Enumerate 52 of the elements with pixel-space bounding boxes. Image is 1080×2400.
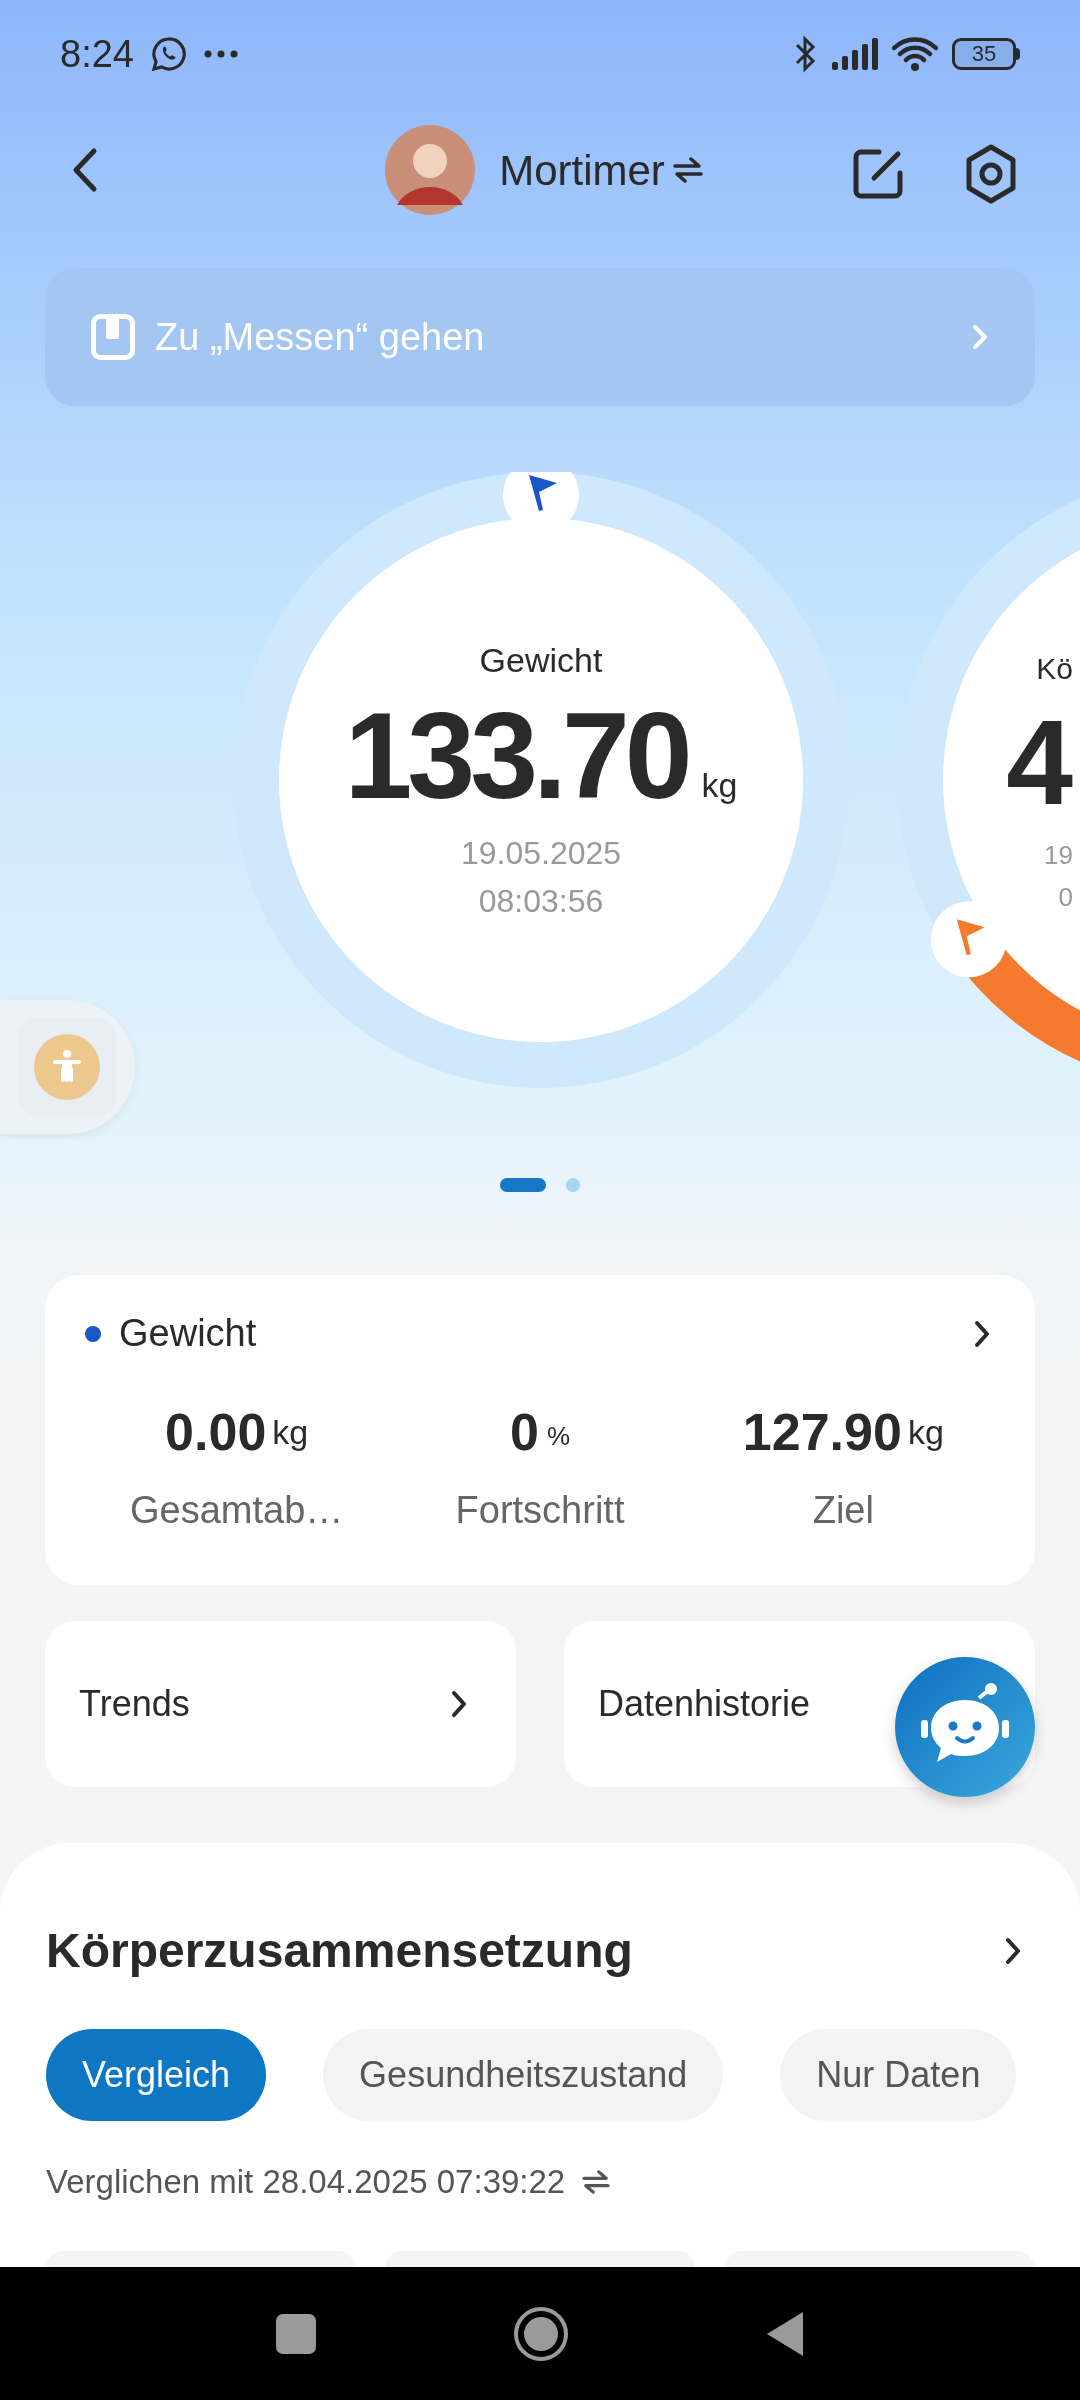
battery-indicator: 35 xyxy=(952,38,1020,70)
measure-date: 19 xyxy=(1044,842,1073,868)
back-nav-button[interactable] xyxy=(765,2309,805,2358)
stat-label: Ziel xyxy=(812,1488,874,1533)
recents-button[interactable] xyxy=(275,2312,317,2355)
measure-time: 08:03:56 xyxy=(478,885,604,917)
unit-label: kg xyxy=(701,765,738,806)
comparison-info: Verglichen mit 28.04.2025 07:39:22 xyxy=(46,2162,566,2202)
stat-value: 0.00 xyxy=(165,1406,267,1458)
stat-label: Fortschritt xyxy=(455,1488,625,1533)
metric-card[interactable] xyxy=(724,2250,1034,2268)
swap-icon[interactable] xyxy=(581,2169,612,2194)
unit-label: % xyxy=(546,1420,570,1453)
weight-value: 133.70 xyxy=(344,695,688,817)
metric-card[interactable] xyxy=(46,2250,356,2268)
stat-value: 127.90 xyxy=(742,1406,902,1458)
filter-tab[interactable]: Vergleich xyxy=(46,2029,267,2121)
status-time: 8:24 xyxy=(60,31,134,77)
wifi-icon xyxy=(892,36,938,72)
measure-date: 19.05.2025 xyxy=(460,837,622,869)
unit-label: kg xyxy=(272,1412,309,1453)
gauge-title: Kö xyxy=(1036,654,1073,684)
scale-icon xyxy=(91,314,135,360)
settings-icon[interactable] xyxy=(964,144,1018,204)
filter-tab[interactable]: Nur Daten xyxy=(780,2029,1017,2121)
section-title: Körperzusammensetzung xyxy=(46,1923,633,1979)
stat-value: 0 xyxy=(509,1406,539,1458)
home-button[interactable] xyxy=(513,2305,569,2362)
user-name[interactable]: Mortimer xyxy=(499,138,665,202)
chevron-right-icon[interactable] xyxy=(1004,1936,1022,1966)
measure-time: 0 xyxy=(1058,884,1073,910)
unit-label: kg xyxy=(907,1412,944,1453)
signal-icon xyxy=(832,38,878,70)
card-title: Gewicht xyxy=(119,1311,257,1356)
nav-card[interactable]: Trends xyxy=(45,1621,516,1787)
bluetooth-icon xyxy=(794,35,818,73)
filter-tab[interactable]: Gesundheitszustand xyxy=(323,2029,724,2121)
chevron-right-icon[interactable] xyxy=(973,1318,991,1349)
more-icon xyxy=(203,50,238,58)
stat-label: Gesamtab… xyxy=(130,1488,344,1533)
gauge-title: Gewicht xyxy=(479,643,603,677)
nav-card[interactable]: Datenhistorie xyxy=(564,1621,895,1787)
chevron-right-icon xyxy=(971,323,989,351)
chat-bubble-icon xyxy=(149,35,188,73)
avatar[interactable] xyxy=(385,125,476,215)
chevron-right-icon xyxy=(450,1689,468,1719)
swap-icon[interactable] xyxy=(672,157,703,183)
accessibility-icon xyxy=(34,1034,100,1100)
metric-card[interactable] xyxy=(385,2250,695,2268)
edit-icon[interactable] xyxy=(852,148,904,200)
page-indicator[interactable] xyxy=(500,1178,546,1192)
weight-value: 4 xyxy=(1006,702,1073,822)
